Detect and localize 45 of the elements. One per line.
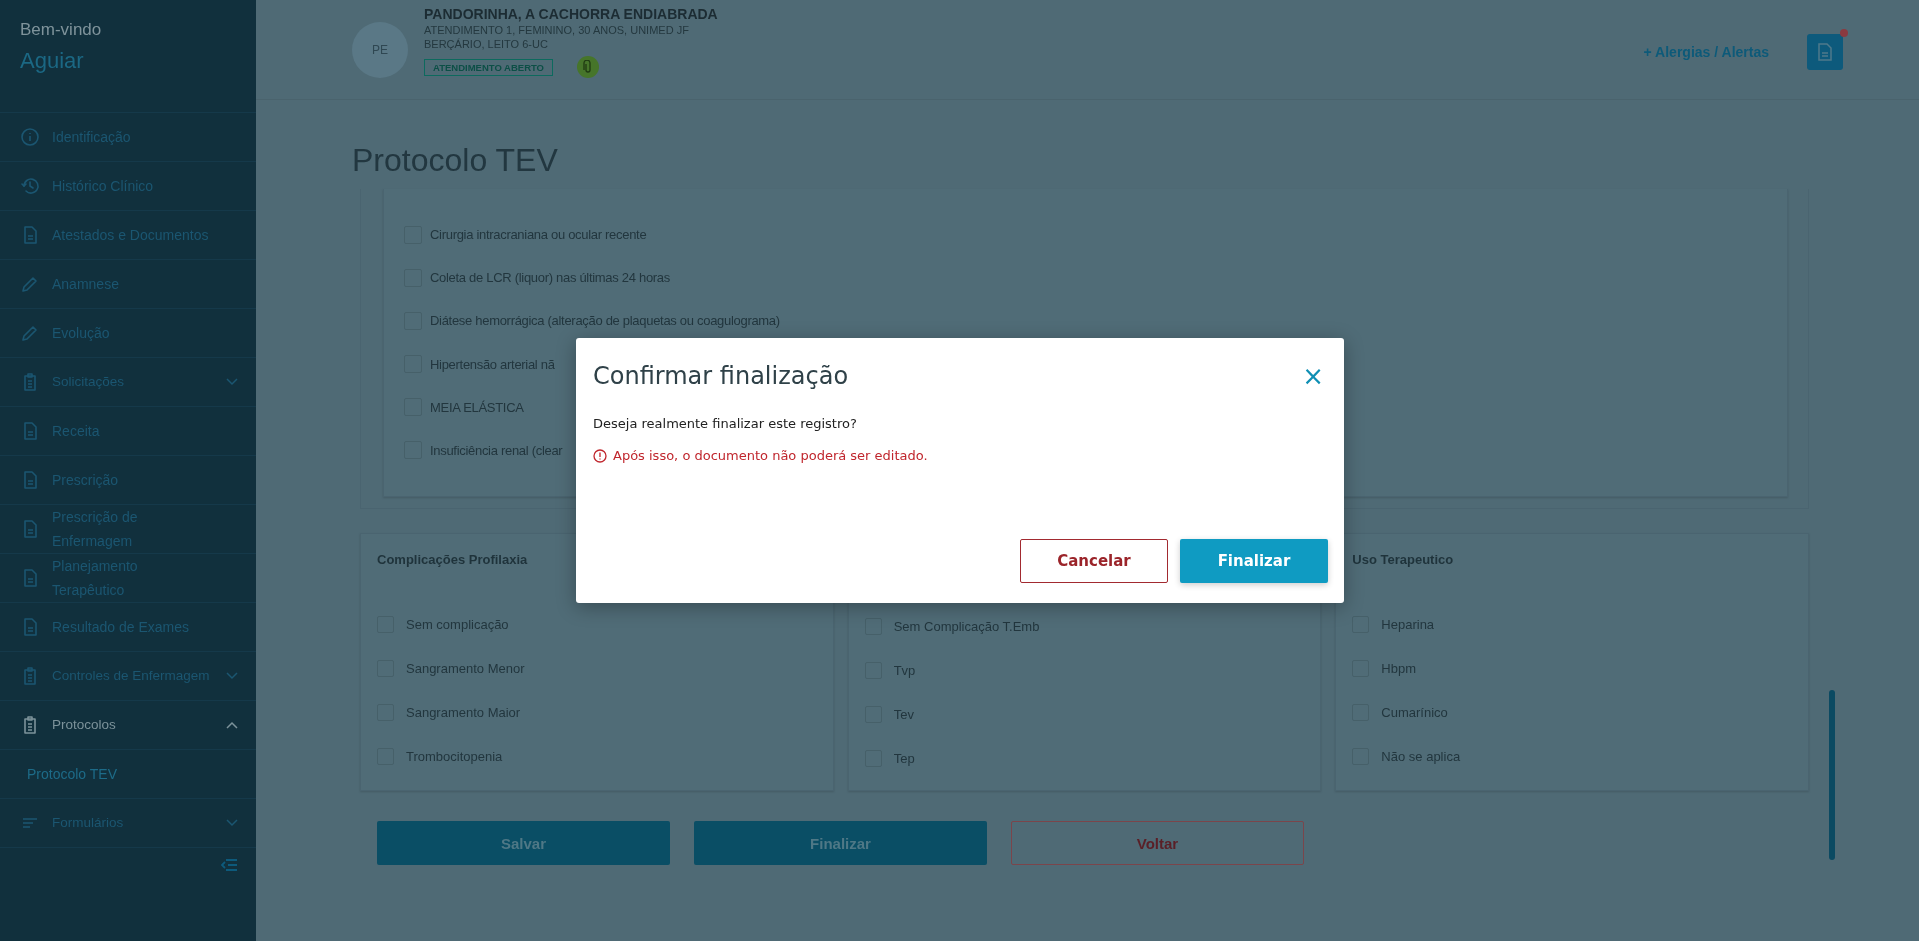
dialog-message: Deseja realmente finalizar este registro? (593, 416, 857, 431)
option-label: Tev (893, 706, 914, 722)
option-label: Heparina (1381, 616, 1435, 632)
action-button[interactable]: Voltar (1011, 821, 1304, 865)
action-button[interactable]: Salvar (377, 821, 670, 865)
option-label: MEIA ELÁSTICA (430, 399, 524, 415)
clip-icon[interactable] (577, 56, 599, 78)
pencil-icon (20, 274, 40, 294)
user-name: Aguiar (20, 48, 84, 74)
warning-icon (593, 448, 607, 463)
dialog-title: Confirmar finalização (593, 362, 849, 390)
option-label: Tep (893, 750, 915, 766)
option-label: Trombocitopenia (406, 748, 503, 764)
scrollbar[interactable] (1829, 690, 1835, 860)
option-label: Coleta de LCR (liquor) nas últimas 24 horas (430, 270, 670, 286)
option-label: Diátese hemorrágica (alteração de plaquetas ou coagulograma) (430, 313, 780, 329)
pencil-icon (20, 323, 40, 343)
warning-text: Após isso, o documento não poderá ser editado. (613, 448, 928, 463)
option-label: Hbpm (1381, 660, 1417, 676)
option-label: Não se aplica (1381, 748, 1461, 764)
section-title: Uso Terapeutico (1352, 552, 1454, 569)
document-button[interactable] (1807, 34, 1843, 70)
sidebar-subitem[interactable]: Protocolo TEV (27, 766, 117, 782)
option-label: Cumarínico (1381, 704, 1448, 720)
section-title: Complicações Profilaxia (377, 552, 528, 569)
option-label: Sangramento Menor (406, 660, 525, 676)
option-label: Tvp (893, 662, 916, 678)
collapse-menu-icon[interactable] (220, 858, 238, 872)
option-label: Sem Complicação T.Emb (893, 618, 1040, 634)
history-icon (20, 176, 40, 196)
status-badge: ATENDIMENTO ABERTO (424, 58, 553, 76)
option-label: Insuficiência renal (clear (430, 442, 563, 458)
option-label: Hipertensão arterial nã (430, 356, 555, 372)
option-label: Sem complicação (406, 616, 509, 632)
dialog-button[interactable]: Cancelar (1020, 539, 1168, 583)
action-button[interactable]: Finalizar (694, 821, 987, 865)
option-label: Sangramento Maior (406, 704, 521, 720)
option-label: Cirurgia intracraniana ou ocular recente (430, 227, 647, 243)
info-icon (20, 127, 40, 147)
close-button[interactable]: × (1298, 366, 1328, 386)
patient-name: PANDORINHA, A CACHORRA ENDIABRADA (424, 6, 718, 22)
dialog-button[interactable]: Finalizar (1180, 539, 1328, 583)
greeting: Bem-vindo (20, 20, 102, 39)
alerts-link[interactable]: + Alergias / Alertas (1637, 43, 1775, 61)
document-icon (1817, 43, 1833, 61)
